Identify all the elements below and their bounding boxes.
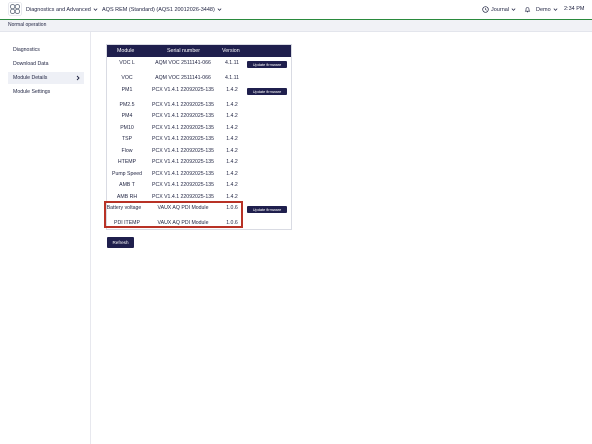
cell-serial: PCX V1.4.1 22092025-135 (151, 102, 215, 108)
cell-serial: PCX V1.4.1 22092025-135 (151, 136, 215, 142)
update-firmware-button[interactable]: Update firmware (247, 61, 287, 68)
cell-serial: PCX V1.4.1 22092025-135 (151, 182, 215, 188)
chevron-down-icon (217, 8, 222, 11)
chevron-right-icon (76, 75, 80, 81)
cell-module: AMB T (119, 182, 135, 188)
cell-serial: AQM VOC 2511141-066 (155, 75, 211, 81)
sidebar-item-label: Download Data (13, 61, 49, 67)
cell-version: 4.1.11 (224, 60, 240, 66)
cell-serial: PCX V1.4.1 22092025-135 (151, 113, 215, 119)
journal-label: Journal (491, 6, 510, 13)
cell-version: 1.4.2 (226, 148, 238, 154)
refresh-button[interactable]: Refresh (107, 237, 134, 248)
cell-version: 1.4.2 (226, 194, 238, 200)
bell-icon[interactable] (524, 6, 531, 13)
clock-time: 2:34 PM (564, 6, 585, 12)
cell-version: 1.4.2 (226, 87, 238, 93)
sidebar-item-diagnostics[interactable]: Diagnostics (8, 44, 84, 56)
sidebar: Diagnostics Download Data Module Details… (0, 32, 91, 444)
cell-module: PM4 (121, 113, 133, 119)
cell-module: HTEMP (117, 159, 137, 165)
cell-module: Flow (121, 148, 133, 154)
cell-version: 4.1.11 (224, 75, 240, 81)
highlight-box (104, 201, 243, 228)
device-dropdown[interactable]: AQS REM (Standard) (AQS1 20012026-3448) (102, 0, 222, 19)
cell-serial: PCX V1.4.1 22092025-135 (151, 171, 215, 177)
chevron-down-icon (511, 8, 516, 11)
cell-version: 1.4.2 (226, 171, 238, 177)
top-bar: Diagnostics and Advanced AQS REM (Standa… (0, 0, 592, 19)
cell-module: TSP (121, 136, 133, 142)
app-logo-icon[interactable] (8, 2, 22, 16)
user-dropdown[interactable]: Demo (536, 0, 558, 19)
cell-module: VOC (121, 75, 133, 81)
update-firmware-button[interactable]: Update firmware (247, 206, 287, 213)
column-header-serial: Serial number (167, 48, 200, 54)
cell-serial: PCX V1.4.1 22092025-135 (151, 148, 215, 154)
sidebar-item-download-data[interactable]: Download Data (8, 58, 84, 70)
cell-version: 1.4.2 (226, 159, 238, 165)
cell-module: PM10 (120, 125, 134, 131)
cell-module: Pump Speed (112, 171, 142, 177)
status-bar: Normal operation (0, 19, 592, 32)
column-header-module: Module (117, 48, 135, 54)
cell-module: AMB RH (116, 194, 138, 200)
status-accent-line (0, 19, 592, 20)
cell-serial: AQM VOC 2511141-066 (155, 60, 211, 66)
update-firmware-button[interactable]: Update firmware (247, 88, 287, 95)
sidebar-item-label: Diagnostics (13, 47, 40, 53)
cell-version: 1.4.2 (226, 182, 238, 188)
cell-module: PM2.5 (119, 102, 135, 108)
cell-version: 1.4.2 (226, 113, 238, 119)
table-header: Module Serial number Version (107, 45, 291, 57)
status-text: Normal operation (8, 22, 47, 28)
section-dropdown[interactable]: Diagnostics and Advanced (26, 0, 98, 19)
column-header-version: Version (222, 48, 240, 54)
cell-serial: PCX V1.4.1 22092025-135 (151, 87, 215, 93)
sidebar-item-label: Module Settings (13, 89, 51, 95)
cell-module: VOC L (119, 60, 135, 66)
clock-icon (482, 6, 489, 13)
user-label: Demo (536, 6, 551, 13)
device-title: AQS REM (Standard) (AQS1 20012026-3448) (102, 6, 215, 13)
chevron-down-icon (93, 8, 98, 11)
section-title: Diagnostics and Advanced (26, 6, 91, 13)
cell-serial: PCX V1.4.1 22092025-135 (151, 194, 215, 200)
journal-dropdown[interactable]: Journal (482, 0, 516, 19)
cell-serial: PCX V1.4.1 22092025-135 (151, 159, 215, 165)
sidebar-item-module-settings[interactable]: Module Settings (8, 86, 84, 98)
chevron-down-icon (553, 8, 558, 11)
sidebar-item-module-details[interactable]: Module Details (8, 72, 84, 84)
cell-version: 1.4.2 (226, 136, 238, 142)
sidebar-item-label: Module Details (13, 75, 48, 81)
cell-serial: PCX V1.4.1 22092025-135 (151, 125, 215, 131)
cell-module: PM1 (121, 87, 133, 93)
cell-version: 1.4.2 (226, 125, 238, 131)
cell-version: 1.4.2 (226, 102, 238, 108)
